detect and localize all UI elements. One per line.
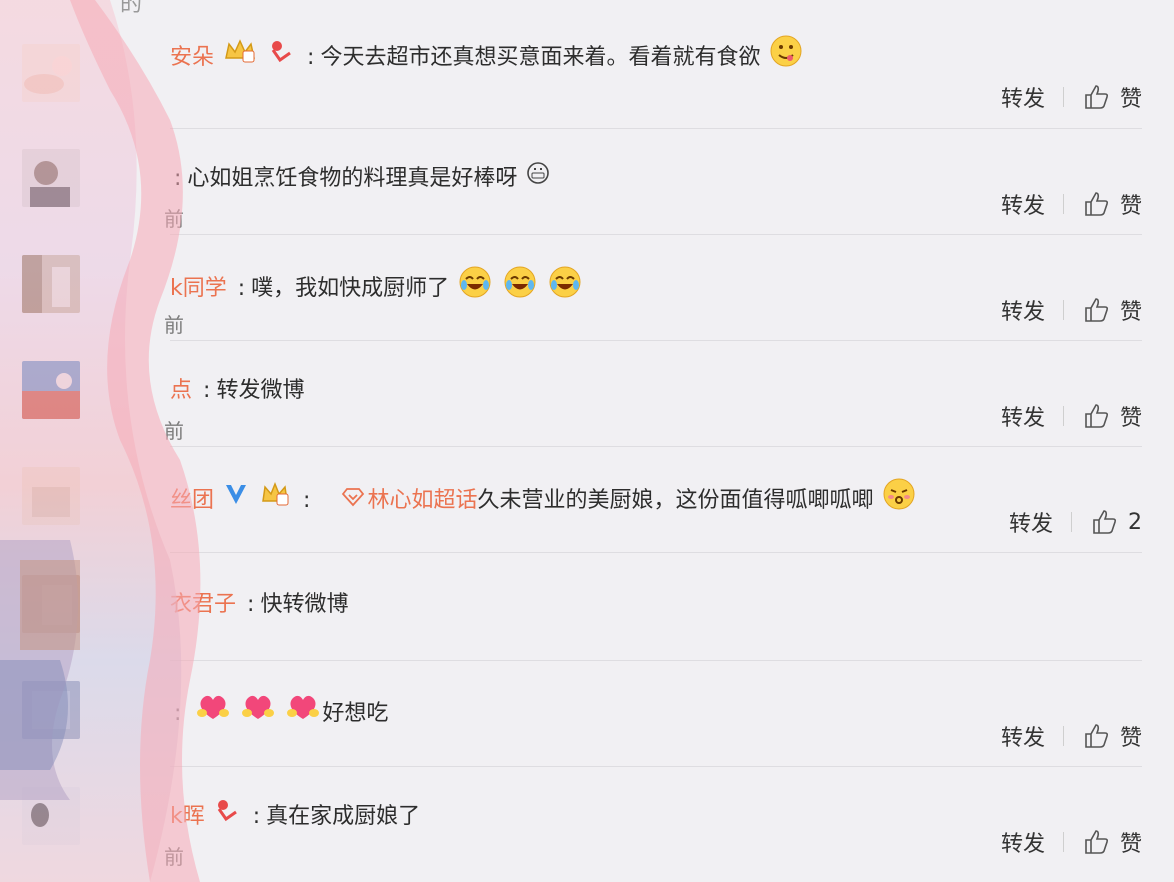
comment-content: 点 : 转发微博 xyxy=(170,378,305,403)
comment-text: 今天去超市还真想买意面来着。看着就有食欲 xyxy=(320,45,761,70)
comment-actions: 转发 赞 xyxy=(1001,399,1142,433)
comment-username[interactable]: 点 xyxy=(170,378,192,403)
thumbs-up-icon xyxy=(1093,510,1117,534)
forward-button[interactable]: 转发 xyxy=(1001,81,1045,113)
like-label: 赞 xyxy=(1119,832,1142,857)
comment-text: 久未营业的美厨娘，这份面值得呱唧呱唧 xyxy=(477,488,874,513)
like-label: 赞 xyxy=(1119,87,1142,112)
comment-username[interactable]: 丝团 xyxy=(170,488,214,513)
avatar[interactable] xyxy=(22,44,80,102)
avatar[interactable] xyxy=(22,361,80,419)
like-button[interactable]: 赞 xyxy=(1082,400,1142,432)
forward-button[interactable]: 转发 xyxy=(1001,720,1045,752)
comment-content: 丝团 : 林心如超话久未营业的美厨娘，这份面值得呱唧呱唧 xyxy=(170,477,1134,517)
thumbs-up-icon xyxy=(1085,298,1109,322)
avatar[interactable] xyxy=(22,575,80,633)
comment-time: 前 xyxy=(164,419,184,443)
laugh-cry-emoji-icon xyxy=(503,265,537,313)
ribbon-badge-icon xyxy=(268,38,294,78)
heart-hands-emoji-icon xyxy=(241,691,275,737)
comment-actions: 转发 2 xyxy=(1009,505,1142,539)
like-button[interactable]: 2 xyxy=(1090,508,1142,536)
avatar[interactable] xyxy=(22,149,80,207)
comment-content: 安朵 : 今天去超市还真想买意面来着。看着就有食欲 xyxy=(170,34,1134,74)
comment-row: k同学 : 噗，我如快成厨师了 前 转发 赞 xyxy=(0,235,1174,341)
comment-time: 前 xyxy=(164,313,184,337)
comment-row: k晖 : 真在家成厨娘了 前 转发 赞 xyxy=(0,767,1174,873)
crown-badge-icon xyxy=(223,38,257,78)
comment-row: 点 : 转发微博 前 转发 赞 xyxy=(0,341,1174,447)
thumbs-up-icon xyxy=(1085,404,1109,428)
avatar[interactable] xyxy=(22,787,80,845)
heart-hands-emoji-icon xyxy=(286,691,320,737)
avatar[interactable] xyxy=(22,467,80,525)
forward-button[interactable]: 转发 xyxy=(1001,188,1045,220)
comment-actions: 转发 赞 xyxy=(1001,825,1142,859)
like-button[interactable]: 赞 xyxy=(1082,720,1142,752)
comment-time: 前 xyxy=(164,207,184,231)
comment-actions: 转发 赞 xyxy=(1001,719,1142,753)
forward-button[interactable]: 转发 xyxy=(1001,294,1045,326)
verified-v-icon xyxy=(223,481,249,521)
comment-row: 丝团 : 林心如超话久未营业的美厨娘，这份面值得呱唧呱唧 转发 2 xyxy=(0,447,1174,553)
like-button[interactable]: 赞 xyxy=(1082,826,1142,858)
blushing-emoji-icon xyxy=(882,477,916,525)
comment-content: k晖 : 真在家成厨娘了 xyxy=(170,797,1134,837)
forward-button[interactable]: 转发 xyxy=(1009,506,1053,538)
comment-text: 真在家成厨娘了 xyxy=(266,804,421,829)
laugh-cry-emoji-icon xyxy=(458,265,492,313)
comment-text: 噗，我如快成厨师了 xyxy=(251,276,450,301)
like-label: 赞 xyxy=(1119,300,1142,325)
like-label: 赞 xyxy=(1119,194,1142,219)
comment-content: 衣君子 : 快转微博 xyxy=(170,592,349,617)
comment-username[interactable]: 衣君子 xyxy=(170,592,236,617)
crown-badge-icon xyxy=(260,481,290,521)
comment-time: 前 xyxy=(164,845,184,869)
comment-username[interactable]: 安朵 xyxy=(170,45,214,70)
laugh-cry-emoji-icon xyxy=(548,265,582,313)
like-label: 赞 xyxy=(1119,406,1142,431)
comment-row: : 好想吃 转发 赞 xyxy=(0,661,1174,767)
comment-content: : 心如姐烹饪食物的料理真是好棒呀 xyxy=(170,159,1134,199)
comment-row: 安朵 : 今天去超市还真想买意面来着。看着就有食欲 转发 赞 xyxy=(0,0,1174,129)
supertopic-link[interactable]: 林心如超话 xyxy=(367,488,477,513)
thumbs-up-icon xyxy=(1085,85,1109,109)
comment-row: : 心如姐烹饪食物的料理真是好棒呀 前 转发 赞 xyxy=(0,129,1174,235)
like-count: 2 xyxy=(1128,509,1142,535)
topic-diamond-icon xyxy=(341,481,365,521)
comment-actions: 转发 赞 xyxy=(1001,293,1142,327)
avatar[interactable] xyxy=(22,255,80,313)
comment-text: 心如姐烹饪食物的料理真是好棒呀 xyxy=(187,166,518,191)
comment-username[interactable]: k晖 xyxy=(170,804,205,829)
comment-row: 衣君子 : 快转微博 xyxy=(0,555,1174,661)
comment-content: k同学 : 噗，我如快成厨师了 xyxy=(170,265,1134,305)
heart-hands-emoji-icon xyxy=(196,691,230,737)
comment-content: : 好想吃 xyxy=(170,691,1134,731)
grin-emoji-icon xyxy=(526,159,550,199)
like-button[interactable]: 赞 xyxy=(1082,294,1142,326)
thumbs-up-icon xyxy=(1085,192,1109,216)
comment-text: 好想吃 xyxy=(322,701,389,726)
comment-actions: 转发 赞 xyxy=(1001,187,1142,221)
like-label: 赞 xyxy=(1119,726,1142,751)
yum-emoji-icon xyxy=(769,34,803,82)
ribbon-badge-icon xyxy=(214,797,240,837)
comment-list: 的 安朵 : 今天去超市还真想买意面来着。看着就有食欲 转发 赞: 心如姐烹饪… xyxy=(0,0,1174,882)
comment-text: 快转微博 xyxy=(260,592,349,617)
comment-actions: 转发 赞 xyxy=(1001,80,1142,114)
comment-text: 转发微博 xyxy=(216,378,305,403)
comment-username[interactable]: k同学 xyxy=(170,276,227,301)
thumbs-up-icon xyxy=(1085,830,1109,854)
thumbs-up-icon xyxy=(1085,724,1109,748)
avatar[interactable] xyxy=(22,681,80,739)
forward-button[interactable]: 转发 xyxy=(1001,826,1045,858)
like-button[interactable]: 赞 xyxy=(1082,81,1142,113)
like-button[interactable]: 赞 xyxy=(1082,188,1142,220)
forward-button[interactable]: 转发 xyxy=(1001,400,1045,432)
